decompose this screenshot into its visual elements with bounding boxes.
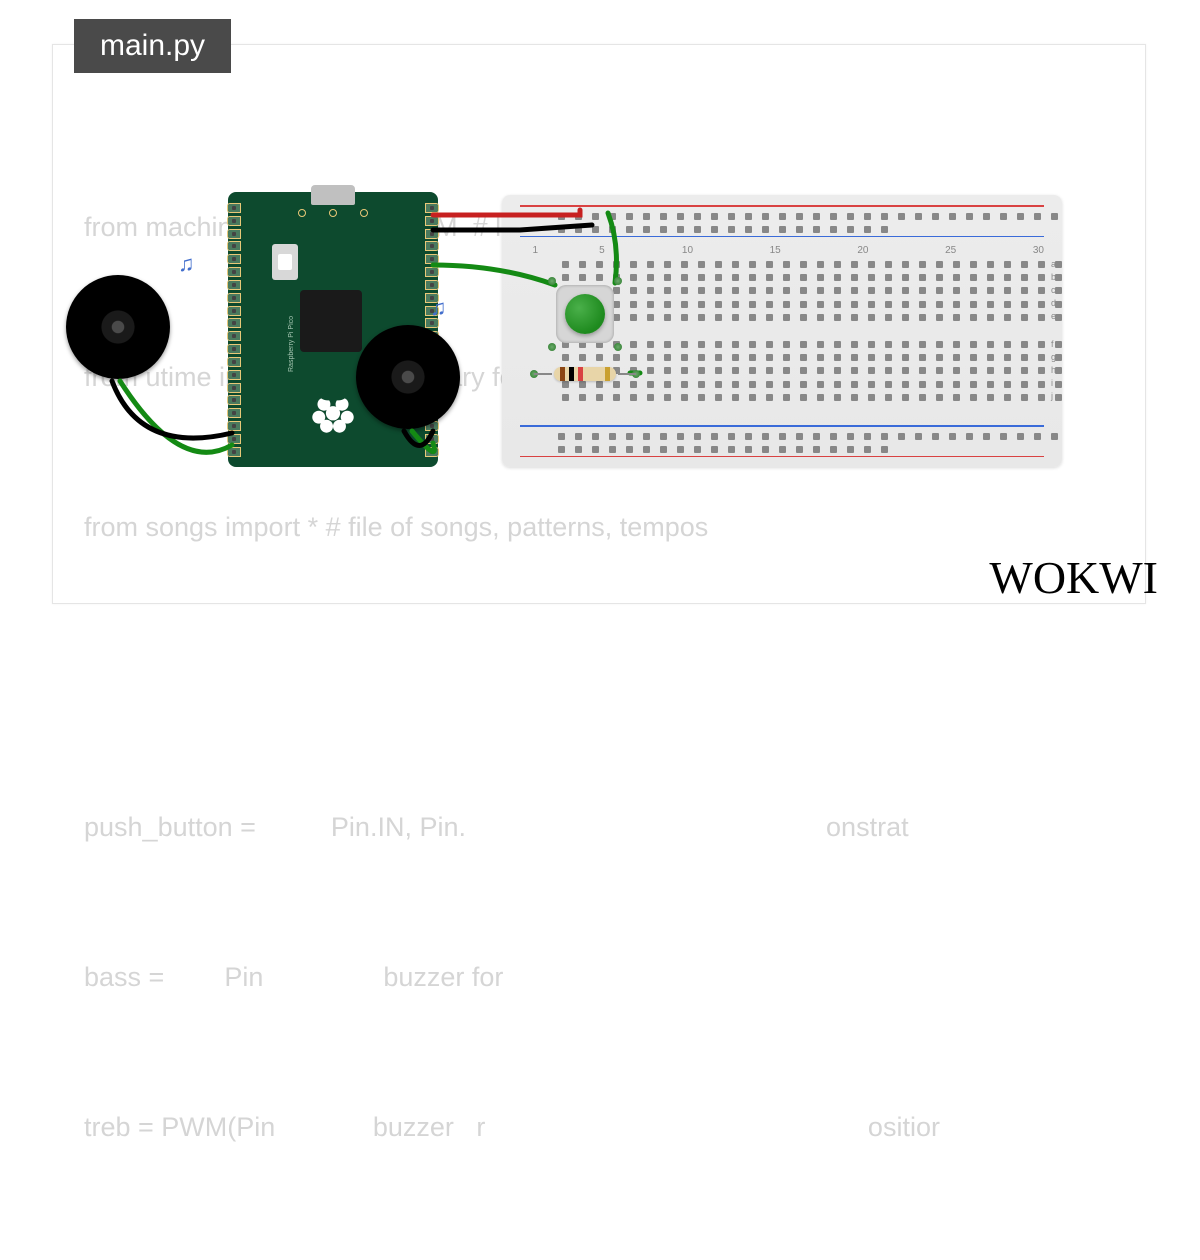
buzzer-treble[interactable] — [356, 325, 460, 429]
code-line: playback_stop # variable t — [84, 1252, 1150, 1260]
music-note-icon: ♫ — [430, 295, 447, 321]
resistor-band — [569, 367, 574, 381]
file-tab[interactable]: main.py — [74, 19, 231, 73]
code-line: bass = Pin buzzer for — [84, 952, 1150, 1002]
resistor-band — [560, 367, 565, 381]
column-numbers: 151015202530 — [532, 245, 1044, 256]
resistor-band — [578, 367, 583, 381]
power-rail-top — [520, 203, 1044, 239]
rp2040-chip-icon — [300, 290, 362, 352]
row-letters-lower: fghij — [1051, 339, 1056, 401]
rail-dots — [558, 433, 1016, 451]
wokwi-logo: WOKWI — [989, 551, 1158, 604]
file-tab-label: main.py — [100, 29, 205, 62]
buzzer-bass[interactable] — [66, 275, 170, 379]
power-rail-bottom — [520, 423, 1044, 459]
wire-green-buzzer1 — [120, 381, 232, 452]
code-line: push_button = Pin.IN, Pin. onstrat — [84, 802, 1150, 852]
code-line: treb = PWM(Pin buzzer r ositior — [84, 1102, 1150, 1152]
circuit-diagram[interactable]: Raspberry Pi Pico ♫ ♫ 151015202530 abcde… — [60, 175, 1120, 485]
bootsel-button[interactable] — [272, 244, 298, 280]
code-line — [84, 652, 1150, 702]
rail-dots — [558, 213, 1016, 231]
row-letters-upper: abcde — [1051, 259, 1056, 321]
resistor[interactable] — [540, 367, 630, 381]
resistor-band — [605, 367, 610, 381]
music-note-icon: ♫ — [178, 251, 195, 277]
raspberry-logo-icon — [307, 390, 359, 434]
wire-black-buzzer1 — [112, 381, 232, 438]
button-cap-icon — [565, 294, 605, 334]
code-line: from songs import * # file of songs, pat… — [84, 502, 1150, 552]
board-label: Raspberry Pi Pico — [288, 316, 295, 372]
usb-connector-icon — [311, 185, 355, 205]
pin-row-left — [232, 204, 250, 456]
push-button[interactable] — [550, 279, 620, 349]
